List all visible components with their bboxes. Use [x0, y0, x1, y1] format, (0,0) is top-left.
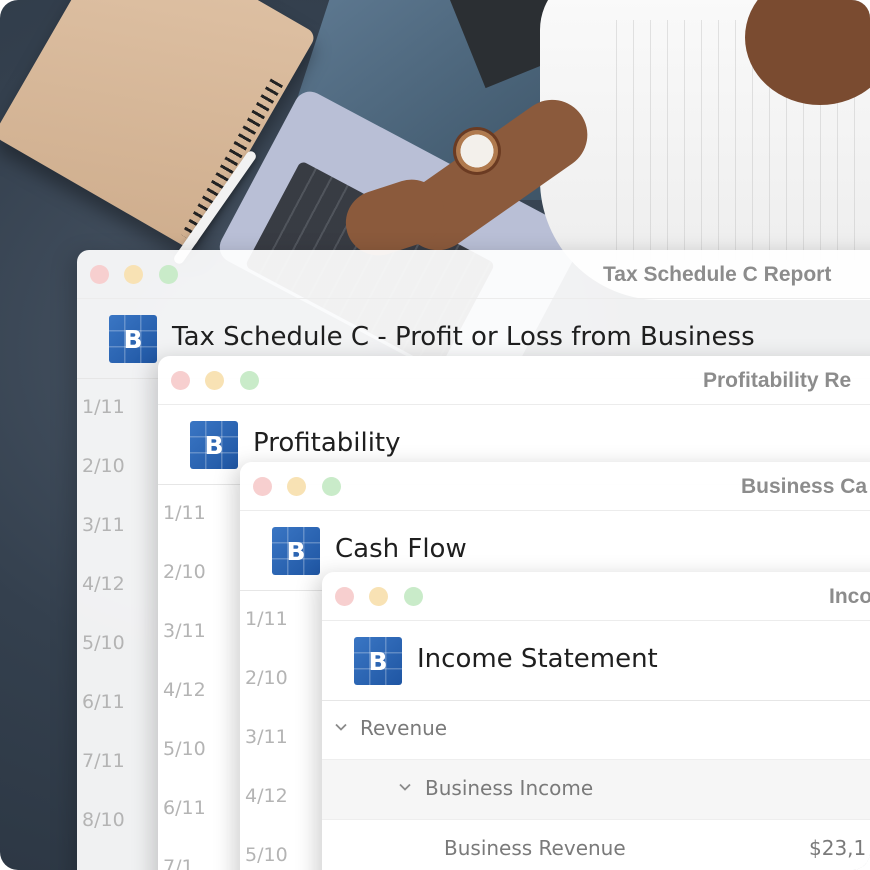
app-logo-icon: B [190, 421, 238, 469]
report-title: Profitability [253, 428, 401, 458]
income-statement-window: Inco B Income Statement Revenue Business… [322, 572, 870, 870]
business-income-row[interactable]: Business Income [322, 760, 870, 820]
logo-letter: B [123, 324, 143, 354]
report-title: Tax Schedule C - Profit or Loss from Bus… [172, 322, 755, 352]
revenue-row[interactable]: Revenue [322, 700, 870, 760]
row-label: Business Income [425, 776, 594, 800]
maximize-dot[interactable] [159, 265, 178, 284]
date-label: 5/10 [163, 738, 206, 760]
scene: Tax Schedule C Report B Tax Schedule C -… [0, 0, 870, 870]
date-label: 7/11 [82, 750, 125, 772]
minimize-dot[interactable] [124, 265, 143, 284]
report-title: Income Statement [417, 644, 658, 674]
close-dot[interactable] [335, 587, 354, 606]
date-label: 4/12 [245, 785, 288, 807]
window-titlebar: Profitability Re [158, 356, 870, 405]
chevron-down-icon[interactable] [334, 719, 348, 733]
report-title: Cash Flow [335, 534, 467, 564]
window-title: Profitability Re [703, 369, 852, 392]
date-label: 2/10 [163, 561, 206, 583]
maximize-dot[interactable] [240, 371, 259, 390]
logo-letter: B [286, 536, 306, 566]
minimize-dot[interactable] [205, 371, 224, 390]
maximize-dot[interactable] [404, 587, 423, 606]
date-label: 5/10 [245, 844, 288, 866]
date-label: 6/11 [82, 691, 125, 713]
app-logo-icon: B [272, 527, 320, 575]
logo-letter: B [204, 430, 224, 460]
app-logo-icon: B [109, 315, 157, 363]
date-label: 4/12 [163, 679, 206, 701]
minimize-dot[interactable] [287, 477, 306, 496]
date-label: 7/1 [163, 856, 194, 870]
close-dot[interactable] [253, 477, 272, 496]
date-label: 2/10 [82, 455, 125, 477]
window-title: Tax Schedule C Report [603, 263, 832, 286]
date-column: 1/11 2/10 3/11 4/12 5/10 6/11 7/11 8/10 [77, 378, 157, 850]
wristwatch-image [456, 130, 498, 172]
close-dot[interactable] [171, 371, 190, 390]
statement-rows: Revenue Business Income Business Revenue… [322, 700, 870, 870]
date-label: 2/10 [245, 667, 288, 689]
date-column: 1/11 2/10 3/11 4/12 5/10 6/11 7/1 [158, 484, 238, 870]
date-label: 1/11 [163, 502, 206, 524]
date-label: 3/11 [245, 726, 288, 748]
row-label: Business Revenue [444, 836, 626, 860]
date-label: 8/10 [82, 809, 125, 831]
chevron-down-icon[interactable] [398, 779, 412, 793]
date-column: 1/11 2/10 3/11 4/12 5/10 [240, 590, 320, 870]
date-label: 1/11 [245, 608, 288, 630]
date-label: 3/11 [163, 620, 206, 642]
close-dot[interactable] [90, 265, 109, 284]
maximize-dot[interactable] [322, 477, 341, 496]
window-title: Business Ca [741, 475, 868, 498]
date-label: 6/11 [163, 797, 206, 819]
date-label: 1/11 [82, 396, 125, 418]
app-logo-icon: B [354, 637, 402, 685]
window-titlebar: Inco [322, 572, 870, 621]
row-label: Revenue [360, 716, 448, 740]
date-label: 3/11 [82, 514, 125, 536]
window-title: Inco [829, 585, 870, 608]
business-revenue-row[interactable]: Business Revenue $23,1 [322, 820, 870, 870]
minimize-dot[interactable] [369, 587, 388, 606]
window-titlebar: Tax Schedule C Report [77, 250, 870, 299]
date-label: 4/12 [82, 573, 125, 595]
row-amount: $23,1 [809, 836, 867, 860]
window-titlebar: Business Ca [240, 462, 870, 511]
date-label: 5/10 [82, 632, 125, 654]
logo-letter: B [368, 646, 388, 676]
report-header: B Income Statement [322, 620, 870, 701]
